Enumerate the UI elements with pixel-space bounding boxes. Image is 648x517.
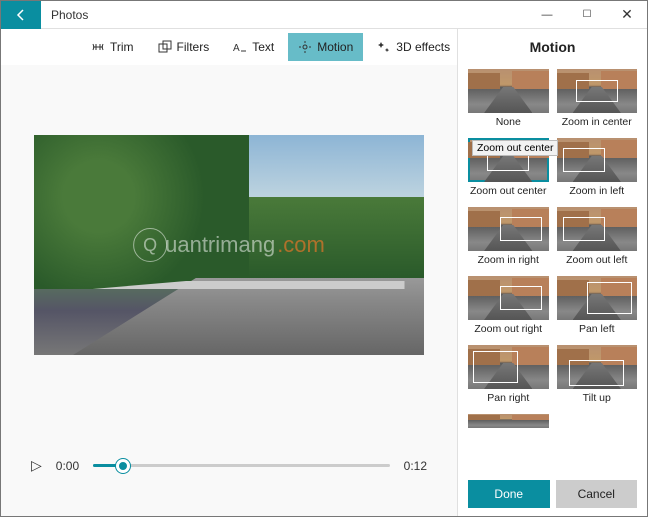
video-preview[interactable]: Quantrimang.com bbox=[34, 135, 424, 355]
play-button[interactable]: ▷ bbox=[31, 457, 42, 474]
trim-button[interactable]: Trim bbox=[81, 33, 144, 61]
panel-title: Motion bbox=[458, 29, 647, 69]
playback-controls: ▷ 0:00 0:12 bbox=[31, 457, 427, 474]
motion-panel: Motion None Zoom in center Zoom out cent… bbox=[457, 29, 647, 516]
filters-button[interactable]: Filters bbox=[148, 33, 220, 61]
svg-text:A: A bbox=[233, 43, 240, 54]
3d-effects-label: 3D effects bbox=[396, 40, 450, 54]
motion-label: Motion bbox=[317, 40, 353, 54]
motion-option-none[interactable]: None bbox=[468, 69, 549, 134]
motion-option-zoom-in-left[interactable]: Zoom in left bbox=[557, 138, 638, 203]
tooltip: Zoom out center bbox=[472, 140, 558, 156]
back-button[interactable] bbox=[1, 1, 41, 29]
sparkle-icon bbox=[377, 40, 391, 54]
motion-option-zoom-out-right[interactable]: Zoom out right bbox=[468, 276, 549, 341]
motion-option-pan-left[interactable]: Pan left bbox=[557, 276, 638, 341]
motion-icon bbox=[298, 40, 312, 54]
motion-option-more[interactable] bbox=[468, 414, 549, 428]
title-bar: Photos — ☐ ✕ bbox=[1, 1, 647, 29]
maximize-button[interactable]: ☐ bbox=[567, 1, 607, 29]
window-controls: — ☐ ✕ bbox=[527, 1, 647, 29]
current-time: 0:00 bbox=[56, 459, 79, 473]
trim-icon bbox=[91, 40, 105, 54]
app-title: Photos bbox=[41, 8, 527, 22]
main-area: Quantrimang.com ▷ 0:00 0:12 bbox=[1, 65, 457, 516]
text-button[interactable]: A Text bbox=[223, 33, 284, 61]
cancel-button[interactable]: Cancel bbox=[556, 480, 638, 508]
minimize-button[interactable]: — bbox=[527, 1, 567, 29]
done-button[interactable]: Done bbox=[468, 480, 550, 508]
motion-option-zoom-out-left[interactable]: Zoom out left bbox=[557, 207, 638, 272]
seek-knob[interactable] bbox=[116, 459, 130, 473]
motion-option-zoom-out-center[interactable]: Zoom out center Zoom out center bbox=[468, 138, 549, 203]
motion-option-zoom-in-center[interactable]: Zoom in center bbox=[557, 69, 638, 134]
motion-grid: None Zoom in center Zoom out center Zoom… bbox=[458, 69, 647, 474]
duration-time: 0:12 bbox=[404, 459, 427, 473]
motion-option-tilt-up[interactable]: Tilt up bbox=[557, 345, 638, 410]
text-label: Text bbox=[252, 40, 274, 54]
filters-icon bbox=[158, 40, 172, 54]
motion-option-zoom-in-right[interactable]: Zoom in right bbox=[468, 207, 549, 272]
trim-label: Trim bbox=[110, 40, 134, 54]
text-icon: A bbox=[233, 40, 247, 54]
seek-slider[interactable] bbox=[93, 464, 390, 467]
3d-effects-button[interactable]: 3D effects bbox=[367, 33, 460, 61]
close-button[interactable]: ✕ bbox=[607, 1, 647, 29]
motion-option-pan-right[interactable]: Pan right bbox=[468, 345, 549, 410]
motion-button[interactable]: Motion bbox=[288, 33, 363, 61]
panel-footer: Done Cancel bbox=[458, 474, 647, 516]
filters-label: Filters bbox=[177, 40, 210, 54]
watermark: Quantrimang.com bbox=[133, 228, 325, 262]
